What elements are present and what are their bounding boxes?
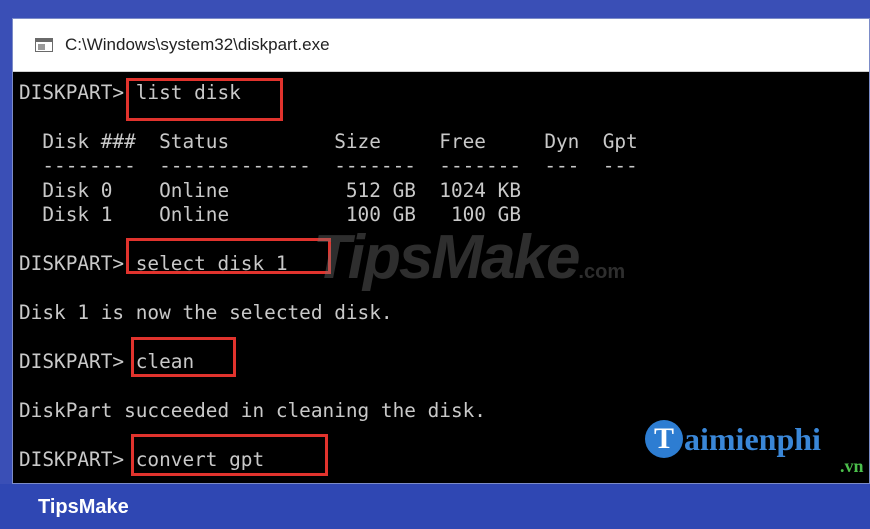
footer-label: TipsMake [38,496,129,518]
logo-word: aimienphi [684,420,821,457]
top-strip [0,0,870,10]
console-app-icon [35,38,53,52]
console-line: Disk ### Status Size Free Dyn Gpt [19,130,638,153]
console-output[interactable]: DISKPART> list disk Disk ### Status Size… [13,72,869,483]
taimienphi-logo: Taimienphi .vn [645,420,864,476]
highlight-clean [131,337,236,377]
window-title: C:\Windows\system32\diskpart.exe [65,35,330,54]
console-line: DiskPart succeeded in cleaning the disk. [19,399,486,422]
highlight-list-disk [126,78,283,121]
logo-domain: .vn [840,456,864,476]
console-line: Disk 0 Online 512 GB 1024 KB [19,179,521,202]
title-bar[interactable]: C:\Windows\system32\diskpart.exe [13,19,869,72]
console-line: Disk 1 is now the selected disk. [19,301,393,324]
console-line: -------- ------------- ------- ------- -… [19,154,638,177]
watermark: TipsMake.com [313,223,626,292]
logo-initial: T [645,420,683,458]
highlight-select-disk [126,238,331,274]
console-window: C:\Windows\system32\diskpart.exe DISKPAR… [12,18,870,484]
footer-bar: TipsMake [0,484,870,529]
highlight-convert-gpt [131,434,328,476]
